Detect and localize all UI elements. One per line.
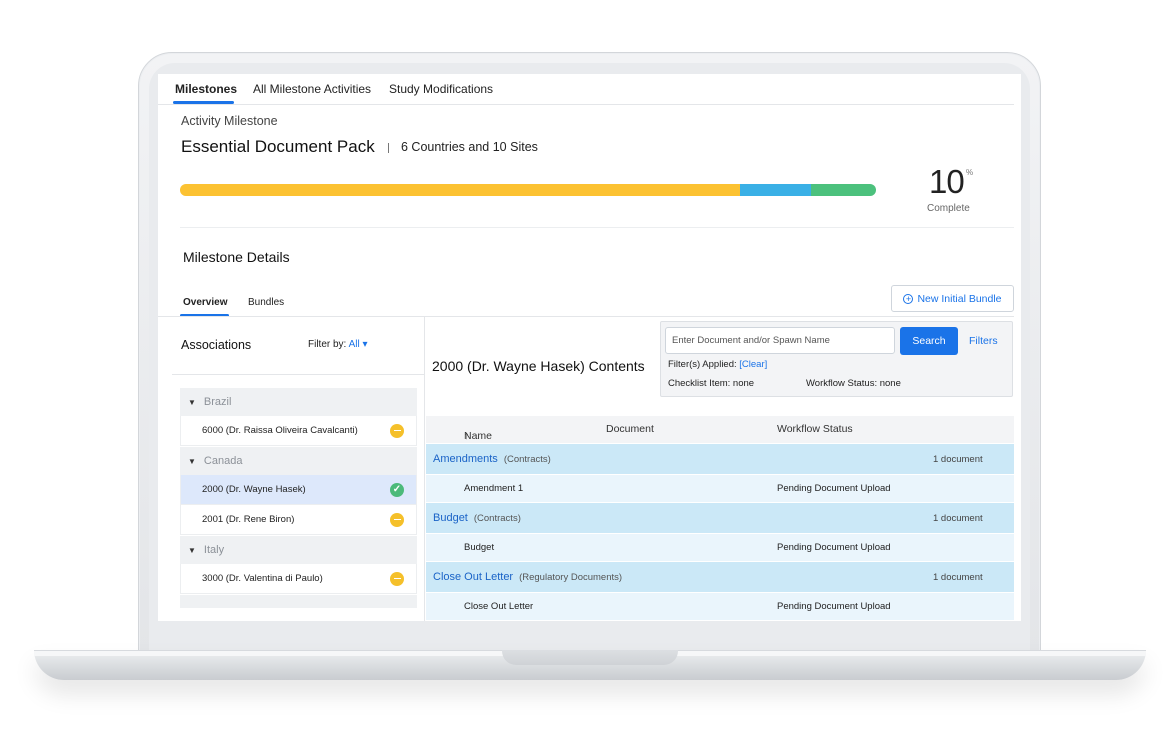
associations-panel: Associations Filter by: All ▾ ▼ Brazil 6…	[158, 317, 425, 621]
table-header: Name ↑ Document Workflow Status	[426, 416, 1014, 443]
filter-value: All	[348, 339, 360, 350]
caret-down-icon: ▼	[188, 397, 196, 407]
milestone-details-title: Milestone Details	[183, 249, 290, 265]
country-group-italy[interactable]: ▼ Italy	[180, 535, 417, 564]
item-name: Close Out Letter	[464, 601, 534, 612]
associations-list: ▼ Brazil 6000 (Dr. Raissa Oliveira Caval…	[180, 387, 417, 608]
tab-overview[interactable]: Overview	[183, 297, 227, 308]
group-count: 1 document	[933, 454, 983, 465]
top-tab-bar: Milestones All Milestone Activities Stud…	[158, 74, 1014, 105]
country-name: Italy	[203, 544, 225, 556]
filter-by: Filter by: All ▾	[308, 339, 368, 350]
table-group-row[interactable]: Close Out Letter (Regulatory Documents) 1…	[426, 561, 1014, 592]
laptop-notch	[502, 650, 678, 665]
country-name: Brazil	[203, 396, 232, 408]
table-group-row[interactable]: Budget (Contracts) 1 document	[426, 502, 1014, 533]
pending-status-icon	[390, 512, 404, 527]
country-name: Canada	[203, 455, 243, 467]
search-button[interactable]: Search	[900, 327, 958, 355]
country-group-brazil[interactable]: ▼ Brazil	[180, 387, 417, 416]
group-type: (Contracts)	[473, 513, 521, 524]
active-tab-indicator	[173, 101, 234, 104]
tab-all-milestone-activities[interactable]: All Milestone Activities	[253, 82, 371, 96]
associations-title: Associations	[181, 338, 252, 352]
table-group-row[interactable]: Amendments (Contracts) 1 document	[426, 443, 1014, 474]
site-item[interactable]: 6000 (Dr. Raissa Oliveira Cavalcanti)	[180, 416, 417, 446]
site-label: 6000 (Dr. Raissa Oliveira Cavalcanti)	[202, 425, 358, 436]
contents-table: Name ↑ Document Workflow Status Amendmen…	[426, 416, 1014, 620]
percent-sign: %	[966, 168, 974, 177]
tab-milestones[interactable]: Milestones	[175, 82, 237, 96]
title-separator	[388, 143, 389, 153]
site-item-selected[interactable]: 2000 (Dr. Wayne Hasek) ✓	[180, 475, 417, 505]
table-row[interactable]: Close Out Letter Pending Document Upload	[426, 592, 1014, 620]
group-count: 1 document	[933, 572, 983, 583]
percent-complete-value: 10	[929, 163, 965, 200]
caret-down-icon: ▼	[188, 456, 196, 466]
pending-status-icon	[390, 423, 404, 438]
filters-applied-label: Filter(s) Applied:	[668, 359, 737, 370]
workflow-status-filter: Workflow Status: none	[806, 378, 901, 389]
divider	[172, 374, 425, 375]
item-name: Amendment 1	[464, 483, 524, 494]
milestone-progress-bar	[180, 184, 876, 196]
country-group-canada[interactable]: ▼ Canada	[180, 446, 417, 475]
item-status: Pending Document Upload	[777, 483, 891, 494]
activity-label: Activity Milestone	[181, 114, 278, 128]
group-name-link[interactable]: Amendments	[433, 453, 498, 465]
group-name: Budget (Contracts)	[433, 512, 521, 524]
search-filter-box: Search Filters Filter(s) Applied: [Clear…	[660, 321, 1013, 397]
contents-title: 2000 (Dr. Wayne Hasek) Contents	[432, 358, 645, 374]
milestone-scope: 6 Countries and 10 Sites	[401, 140, 538, 154]
sort-up-arrow-icon: ↑	[464, 430, 470, 442]
country-group-next	[180, 594, 417, 608]
progress-segment-1	[740, 184, 812, 196]
pending-status-icon	[390, 571, 404, 586]
filter-by-label: Filter by:	[308, 339, 347, 350]
group-type: (Contracts)	[503, 454, 551, 465]
group-name-link[interactable]: Budget	[433, 512, 468, 524]
column-header-document[interactable]: Document	[606, 423, 654, 435]
new-initial-bundle-label: New Initial Bundle	[917, 292, 1002, 305]
document-search-input[interactable]	[665, 327, 895, 354]
caret-down-icon: ▼	[188, 545, 196, 555]
group-name-link[interactable]: Close Out Letter	[433, 571, 513, 583]
site-label: 2000 (Dr. Wayne Hasek)	[202, 484, 306, 495]
checklist-filter: Checklist Item: none	[668, 378, 755, 389]
filter-dropdown[interactable]: All ▾	[349, 339, 368, 350]
plus-circle-icon: +	[903, 293, 914, 304]
column-header-workflow-status[interactable]: Workflow Status	[777, 423, 853, 435]
table-row[interactable]: Amendment 1 Pending Document Upload	[426, 474, 1014, 502]
clear-filters-link[interactable]: [Clear]	[739, 359, 767, 370]
tab-bundles[interactable]: Bundles	[248, 297, 284, 308]
contents-panel: 2000 (Dr. Wayne Hasek) Contents Search F…	[426, 317, 1014, 621]
divider	[180, 227, 1014, 228]
site-label: 2001 (Dr. Rene Biron)	[202, 514, 295, 525]
new-initial-bundle-button[interactable]: + New Initial Bundle	[891, 285, 1014, 312]
site-item[interactable]: 2001 (Dr. Rene Biron)	[180, 505, 417, 535]
table-row[interactable]: Budget Pending Document Upload	[426, 533, 1014, 561]
site-label: 3000 (Dr. Valentina di Paulo)	[202, 573, 323, 584]
progress-segment-2	[811, 184, 876, 196]
caret-down-icon: ▾	[362, 339, 368, 350]
tab-study-modifications[interactable]: Study Modifications	[389, 82, 493, 96]
group-count: 1 document	[933, 513, 983, 524]
filters-applied: Filter(s) Applied: [Clear]	[668, 359, 767, 370]
item-name: Budget	[464, 542, 495, 553]
item-status: Pending Document Upload	[777, 542, 891, 553]
group-name: Close Out Letter (Regulatory Documents)	[433, 571, 622, 583]
item-status: Pending Document Upload	[777, 601, 891, 612]
site-item[interactable]: 3000 (Dr. Valentina di Paulo)	[180, 564, 417, 594]
complete-label: Complete	[927, 203, 970, 214]
group-name: Amendments (Contracts)	[433, 453, 551, 465]
app-screen: Milestones All Milestone Activities Stud…	[158, 74, 1021, 621]
group-type: (Regulatory Documents)	[519, 572, 623, 583]
progress-segment-0	[180, 184, 741, 196]
page-title: Essential Document Pack	[181, 137, 375, 156]
filters-link[interactable]: Filters	[969, 335, 998, 347]
check-icon: ✓	[390, 482, 404, 497]
